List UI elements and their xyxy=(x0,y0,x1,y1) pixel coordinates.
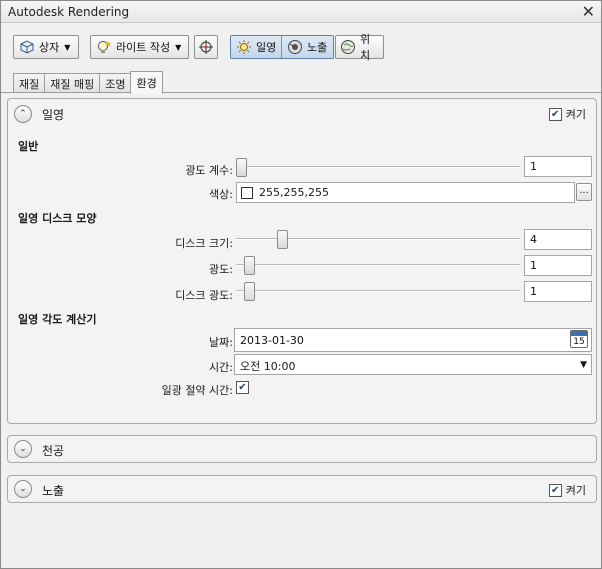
date-label: 날짜: xyxy=(209,336,233,349)
check-icon: ✔ xyxy=(551,484,560,496)
color-swatch[interactable] xyxy=(241,186,253,199)
glow-label: 광도: xyxy=(209,263,233,276)
crosshair-icon xyxy=(197,38,215,56)
light-bulb-icon xyxy=(95,38,113,56)
box-dropdown-icon: ▼ xyxy=(64,42,71,52)
tab-lighting-label: 조명 xyxy=(105,77,126,91)
exposure-button[interactable]: 노출 xyxy=(282,36,333,58)
date-input[interactable]: 2013-01-30 15 xyxy=(234,328,592,352)
disc-size-slider-thumb[interactable] xyxy=(277,230,288,249)
box-button-label: 상자 xyxy=(39,41,60,54)
chevron-up-icon[interactable]: ⌃ xyxy=(14,105,32,123)
color-label: 색상: xyxy=(209,188,233,201)
date-value: 2013-01-30 xyxy=(240,334,304,347)
location-button[interactable]: 위치 xyxy=(335,33,384,62)
create-light-button[interactable]: 라이트 작성 ▼ xyxy=(90,35,189,59)
chevron-down-icon[interactable]: ⌄ xyxy=(14,480,32,498)
tab-lighting[interactable]: 조명 xyxy=(99,73,132,93)
tab-environment-label: 환경 xyxy=(136,77,157,90)
calendar-icon-day: 15 xyxy=(573,337,585,347)
disc-intensity-slider-thumb[interactable] xyxy=(244,282,255,301)
globe-icon xyxy=(340,38,357,56)
sun-on-toggle[interactable]: ✔ 켜기 xyxy=(548,106,586,122)
glow-slider-thumb[interactable] xyxy=(244,256,255,275)
rendering-window: Autodesk Rendering ✕ 상자 ▼ 라이트 작성 ▼ 일영 노출… xyxy=(0,0,602,569)
time-label: 시간: xyxy=(209,361,233,374)
sun-icon xyxy=(235,38,253,56)
exposure-on-toggle[interactable]: ✔ 켜기 xyxy=(548,482,586,498)
glow-slider-track xyxy=(236,264,520,266)
tab-material-mapping[interactable]: 재질 매핑 xyxy=(44,73,101,93)
general-heading: 일반 xyxy=(18,140,39,153)
glow-slider[interactable] xyxy=(236,256,520,275)
exposure-panel[interactable]: ⌄ 노출 ✔ 켜기 xyxy=(7,475,597,503)
calendar-icon[interactable]: 15 xyxy=(570,330,588,348)
intensity-slider[interactable] xyxy=(236,158,520,177)
tab-strip: 재질 재질 매핑 조명 환경 xyxy=(13,71,163,94)
angle-calculator-heading: 일영 각도 계산기 xyxy=(18,313,97,326)
color-value: 255,255,255 xyxy=(259,186,329,199)
sun-on-label: 켜기 xyxy=(565,108,586,121)
sun-button[interactable]: 일영 xyxy=(231,36,282,58)
exposure-button-label: 노출 xyxy=(307,41,328,54)
chevron-down-icon[interactable]: ⌄ xyxy=(14,440,32,458)
intensity-input[interactable]: 1 xyxy=(524,156,592,177)
color-field[interactable]: 255,255,255 xyxy=(236,182,575,203)
tab-divider xyxy=(1,92,601,93)
sky-panel[interactable]: ⌄ 천공 xyxy=(7,435,597,463)
exposure-on-checkbox[interactable]: ✔ xyxy=(548,483,562,497)
tab-materials[interactable]: 재질 xyxy=(13,73,46,93)
location-button-label: 위치 xyxy=(359,33,371,62)
dst-label: 일광 절약 시간: xyxy=(161,384,233,397)
tab-materials-label: 재질 xyxy=(19,77,40,91)
sun-panel: ⌃ 일영 ✔ 켜기 일반 광도 계수: 1 색상: 255,255,255 ..… xyxy=(7,98,597,424)
disc-size-label: 디스크 크기: xyxy=(175,237,233,250)
box-button[interactable]: 상자 ▼ xyxy=(13,35,79,59)
disc-intensity-label: 디스크 광도: xyxy=(175,289,233,302)
tab-environment[interactable]: 환경 xyxy=(130,71,163,94)
disc-size-slider[interactable] xyxy=(236,230,520,249)
intensity-slider-thumb[interactable] xyxy=(236,158,247,177)
sky-panel-title: 천공 xyxy=(42,444,65,458)
close-icon[interactable]: ✕ xyxy=(582,2,595,21)
disc-heading: 일영 디스크 모양 xyxy=(18,212,97,225)
create-light-label: 라이트 작성 xyxy=(116,41,171,54)
toolbar: 상자 ▼ 라이트 작성 ▼ 일영 노출 위치 xyxy=(1,23,601,69)
disc-intensity-slider-track xyxy=(236,290,520,292)
tab-material-mapping-label: 재질 매핑 xyxy=(50,77,95,91)
target-button[interactable] xyxy=(194,35,218,59)
exposure-on-label: 켜기 xyxy=(565,484,586,497)
title-bar: Autodesk Rendering ✕ xyxy=(1,1,601,23)
disc-intensity-slider[interactable] xyxy=(236,282,520,301)
time-select[interactable]: 오전 10:00 ▼ xyxy=(234,354,592,375)
camera-exposure-icon xyxy=(286,38,304,56)
cube-icon xyxy=(18,38,36,56)
window-title: Autodesk Rendering xyxy=(8,5,130,19)
disc-size-input[interactable]: 4 xyxy=(524,229,592,250)
intensity-label: 광도 계수: xyxy=(185,164,233,177)
exposure-panel-title: 노출 xyxy=(42,484,65,498)
sun-exposure-group: 일영 노출 xyxy=(230,35,334,59)
light-dropdown-icon: ▼ xyxy=(175,42,182,52)
dst-checkbox[interactable]: ✔ xyxy=(236,381,249,394)
glow-input[interactable]: 1 xyxy=(524,255,592,276)
sun-button-label: 일영 xyxy=(256,41,277,54)
color-browse-button[interactable]: ... xyxy=(576,183,592,201)
sun-panel-header[interactable]: ⌃ 일영 ✔ 켜기 xyxy=(8,99,596,127)
time-dropdown-icon: ▼ xyxy=(580,360,587,370)
dst-check-icon: ✔ xyxy=(238,382,247,393)
sun-on-checkbox[interactable]: ✔ xyxy=(548,107,562,121)
intensity-slider-track xyxy=(236,166,520,168)
check-icon: ✔ xyxy=(551,108,560,120)
time-value: 오전 10:00 xyxy=(240,360,296,373)
disc-intensity-input[interactable]: 1 xyxy=(524,281,592,302)
sun-panel-title: 일영 xyxy=(42,108,65,122)
